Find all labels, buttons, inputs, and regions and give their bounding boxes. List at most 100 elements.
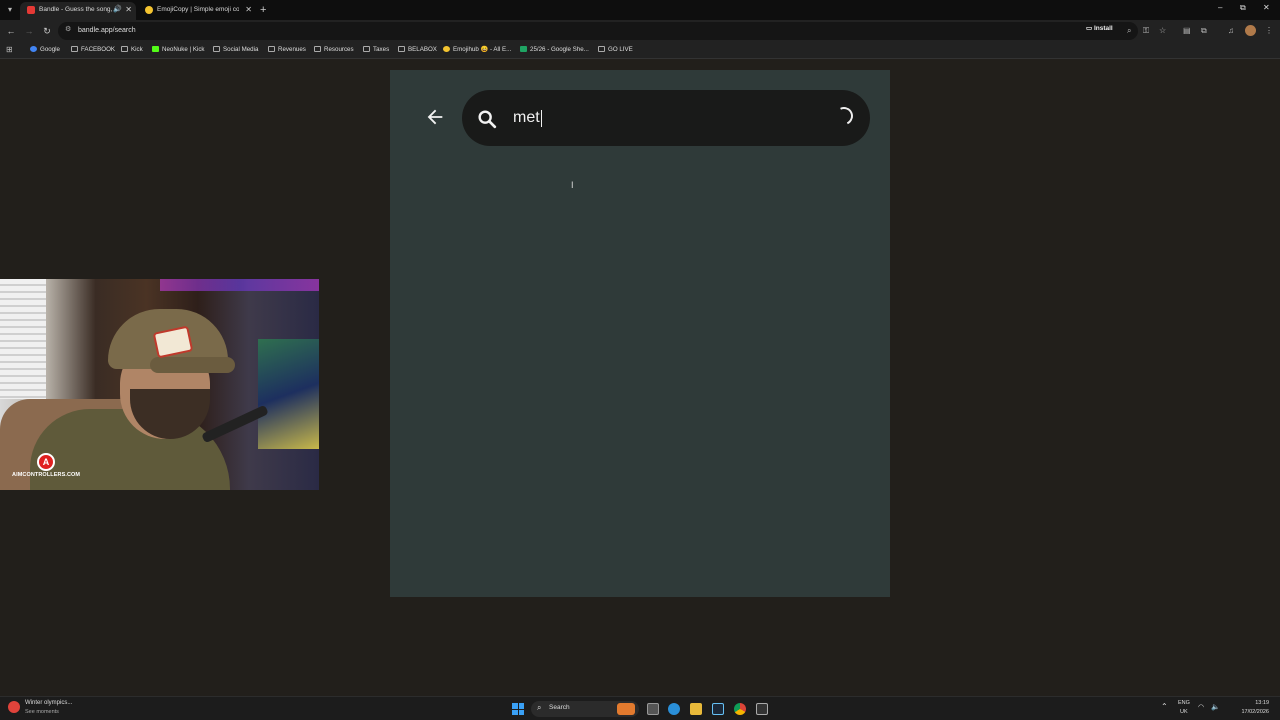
close-window-button[interactable]: ✕: [1263, 3, 1270, 12]
folder-icon: [363, 46, 370, 52]
bookmark-taxes[interactable]: Taxes: [363, 45, 389, 55]
address-url[interactable]: bandle.app/search: [78, 22, 136, 40]
taskbar-search[interactable]: ⌕ Search: [531, 701, 639, 717]
back-button[interactable]: ←: [5, 25, 17, 37]
minimize-button[interactable]: –: [1218, 3, 1222, 12]
bookmark-label: FACEBOOK: [81, 46, 116, 53]
sponsor-logo-icon: A: [37, 453, 55, 471]
new-tab-button[interactable]: +: [260, 2, 266, 18]
menu-icon[interactable]: ⋮: [1265, 26, 1273, 36]
bookmark-star-icon[interactable]: ☆: [1159, 26, 1166, 36]
news-widget-subtitle[interactable]: See moments: [25, 709, 59, 715]
emojicopy-favicon-icon: [145, 6, 153, 14]
forward-button[interactable]: →: [23, 25, 35, 37]
windows-start-icon[interactable]: [512, 703, 524, 715]
sponsor-logo-text: AIMCONTROLLERS.COM: [12, 472, 81, 478]
tab-title: Bandle - Guess the song, o: [39, 6, 118, 13]
bookmark-label: Kick: [131, 46, 143, 53]
bookmark-label: BELABOX: [408, 46, 437, 53]
sheets-icon: [520, 46, 527, 52]
zoom-icon[interactable]: ⌕: [1127, 26, 1131, 36]
news-widget-title[interactable]: Winter olympics...: [25, 700, 72, 706]
restore-button[interactable]: ⧉: [1240, 3, 1246, 13]
kick-icon: [152, 46, 159, 52]
task-view-icon[interactable]: [647, 703, 659, 715]
webcam-wall-art: [258, 339, 319, 449]
bookmark-facebook[interactable]: FACEBOOK: [71, 45, 115, 55]
news-widget-icon[interactable]: [8, 701, 20, 713]
speaker-icon[interactable]: 🔊: [113, 2, 122, 18]
bookmark-label: Emojihub 😄 - All E...: [453, 46, 512, 53]
tray-overflow-chevron-icon[interactable]: ⌃: [1161, 702, 1168, 711]
tab-bandle[interactable]: Bandle - Guess the song, o 🔊 ✕: [20, 2, 136, 20]
tab-close-icon[interactable]: ✕: [125, 2, 132, 18]
webcam-hat-brim: [150, 357, 235, 373]
tab-strip: ▾ Bandle - Guess the song, o 🔊 ✕ EmojiCo…: [0, 0, 1280, 20]
bookmark-label: GO LIVE: [608, 46, 633, 53]
install-label: Install: [1093, 25, 1113, 32]
mouse-cursor-ibeam-icon: I: [571, 180, 574, 190]
language-region[interactable]: UK: [1180, 709, 1188, 715]
browser-toolbar: ← → ↻ ⚙ bandle.app/search ▭ Install ⌕ ⚿ …: [0, 20, 1280, 42]
bookmark-google[interactable]: Google: [30, 45, 60, 55]
bookmark-kick[interactable]: Kick: [121, 45, 143, 55]
file-explorer-icon[interactable]: [690, 703, 702, 715]
bookmark-label: Google: [40, 46, 60, 53]
bookmark-google-sheet[interactable]: 25/26 - Google She...: [520, 45, 589, 55]
windows-taskbar: Winter olympics... See moments ⌕ Search …: [0, 696, 1280, 720]
search-icon: [478, 110, 497, 129]
obs-icon[interactable]: [756, 703, 768, 715]
site-info-icon[interactable]: ⚙: [65, 25, 71, 33]
search-highlight-icon: [617, 703, 635, 715]
reload-button[interactable]: ↻: [41, 25, 53, 37]
password-key-icon[interactable]: ⚿: [1143, 26, 1149, 36]
bookmark-label: Revenues: [278, 46, 306, 53]
loading-spinner-icon: [832, 104, 856, 128]
tab-search-menu-icon[interactable]: ▾: [4, 4, 16, 16]
sidebar-icon[interactable]: ▤: [1183, 26, 1191, 36]
bookmark-label: 25/26 - Google She...: [530, 46, 589, 53]
webcam-led-lights: [160, 279, 319, 291]
clock-date[interactable]: 17/02/2026: [1225, 709, 1269, 715]
volume-icon[interactable]: 🔈: [1211, 703, 1220, 711]
bookmark-revenues[interactable]: Revenues: [268, 45, 306, 55]
search-input[interactable]: [513, 104, 813, 132]
folder-icon: [314, 46, 321, 52]
wifi-icon[interactable]: ◠: [1198, 703, 1204, 711]
bookmark-label: Social Media: [223, 46, 259, 53]
arrow-left-icon[interactable]: [424, 106, 446, 128]
media-control-icon[interactable]: ♫: [1228, 26, 1234, 36]
webcam-overlay: A AIMCONTROLLERS.COM: [0, 279, 319, 490]
language-indicator[interactable]: ENG: [1178, 700, 1190, 706]
emoji-icon: [443, 46, 450, 52]
google-icon: [30, 46, 37, 52]
address-bar[interactable]: ⚙ bandle.app/search: [58, 22, 1138, 40]
folder-icon: [268, 46, 275, 52]
taskbar-search-label: Search: [549, 704, 570, 711]
profile-avatar[interactable]: [1245, 25, 1256, 36]
bookmark-go-live[interactable]: GO LIVE: [598, 45, 633, 55]
bookmark-label: Taxes: [373, 46, 390, 53]
text-caret: [541, 110, 542, 127]
bookmark-emojihub[interactable]: Emojihub 😄 - All E...: [443, 45, 511, 55]
bookmark-resources[interactable]: Resources: [314, 45, 354, 55]
search-bar[interactable]: [462, 90, 870, 146]
bandle-favicon-icon: [27, 6, 35, 14]
clock-time[interactable]: 13:19: [1235, 700, 1269, 706]
folder-icon: [213, 46, 220, 52]
folder-icon: [71, 46, 78, 52]
chrome-icon[interactable]: [734, 703, 746, 715]
bookmark-neonuke-kick[interactable]: NeoNuke | Kick: [152, 45, 205, 55]
install-app-button[interactable]: ▭ Install: [1086, 23, 1113, 35]
extensions-icon[interactable]: ⧉: [1201, 26, 1207, 36]
tab-close-icon[interactable]: ✕: [245, 2, 252, 18]
bookmark-social-media[interactable]: Social Media: [213, 45, 258, 55]
tab-emojicopy[interactable]: EmojiCopy | Simple emoji copy ✕: [138, 2, 256, 20]
webcam-window-blinds: [0, 279, 46, 399]
apps-grid-icon[interactable]: ⊞: [6, 45, 13, 54]
bookmark-belabox[interactable]: BELABOX: [398, 45, 437, 55]
steam-icon[interactable]: [712, 703, 724, 715]
install-icon: ▭: [1086, 25, 1094, 32]
edge-icon[interactable]: [668, 703, 680, 715]
bookmarks-bar: ⊞ Google FACEBOOK Kick NeoNuke | Kick So…: [0, 42, 1280, 59]
